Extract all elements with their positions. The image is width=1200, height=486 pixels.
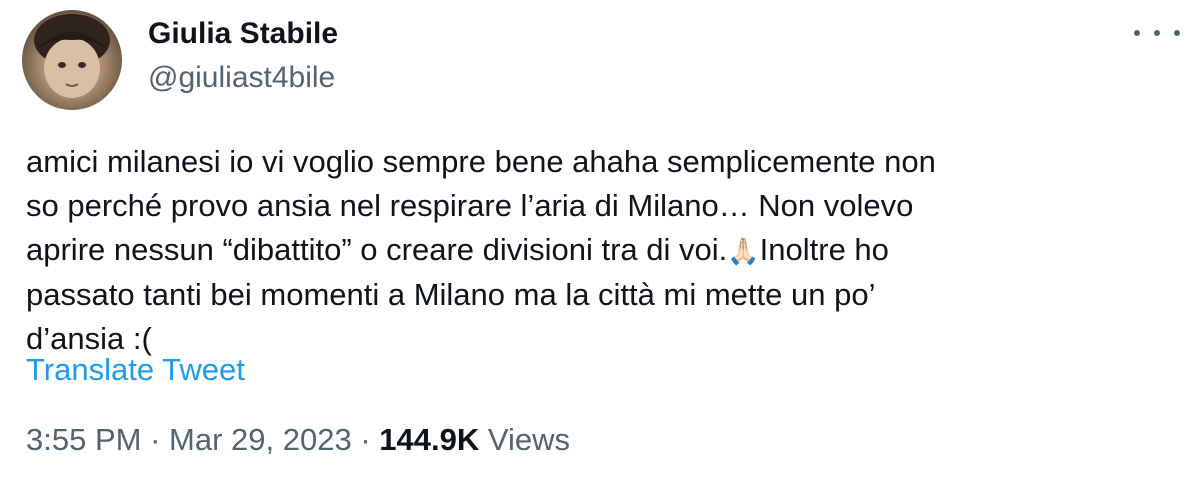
tweet-text-line: aprire nessun “dibattito” o creare divis…: [26, 228, 1166, 273]
tweet-time[interactable]: 3:55 PM: [26, 422, 141, 457]
more-options-button[interactable]: [1134, 18, 1180, 48]
tweet-text-line: passato tanti bei momenti a Milano ma la…: [26, 277, 876, 312]
views-count: 144.9K: [379, 422, 480, 457]
tweet-date[interactable]: Mar 29, 2023: [169, 422, 352, 457]
meta-separator: ·: [360, 422, 371, 457]
user-handle[interactable]: @giuliast4bile: [148, 58, 338, 98]
views-label: Views: [487, 422, 571, 457]
translate-tweet-link[interactable]: Translate Tweet: [26, 348, 245, 392]
tweet-text: amici milanesi io vi voglio sempre bene …: [26, 140, 1166, 361]
tweet-text-segment: aprire nessun “dibattito” o creare divis…: [26, 232, 728, 267]
tweet-meta: 3:55 PM · Mar 29, 2023 · 144.9K Views: [26, 418, 570, 462]
more-horizontal-icon-dot: [1174, 30, 1180, 36]
more-horizontal-icon-dot: [1154, 30, 1160, 36]
avatar[interactable]: [22, 10, 122, 110]
more-horizontal-icon: [1134, 30, 1140, 36]
meta-separator: ·: [150, 422, 161, 457]
folded-hands-emoji-icon: 🙏🏻: [727, 236, 760, 266]
author-names: Giulia Stabile @giuliast4bile: [148, 14, 338, 98]
display-name[interactable]: Giulia Stabile: [148, 14, 338, 54]
tweet-text-line: amici milanesi io vi voglio sempre bene …: [26, 144, 936, 179]
tweet-text-segment: Inoltre ho: [759, 232, 889, 267]
avatar-photo: [34, 14, 110, 98]
tweet-header: Giulia Stabile @giuliast4bile: [22, 10, 338, 110]
tweet-card: Giulia Stabile @giuliast4bile amici mila…: [0, 0, 1200, 486]
tweet-text-line: so perché provo ansia nel respirare l’ar…: [26, 188, 914, 223]
